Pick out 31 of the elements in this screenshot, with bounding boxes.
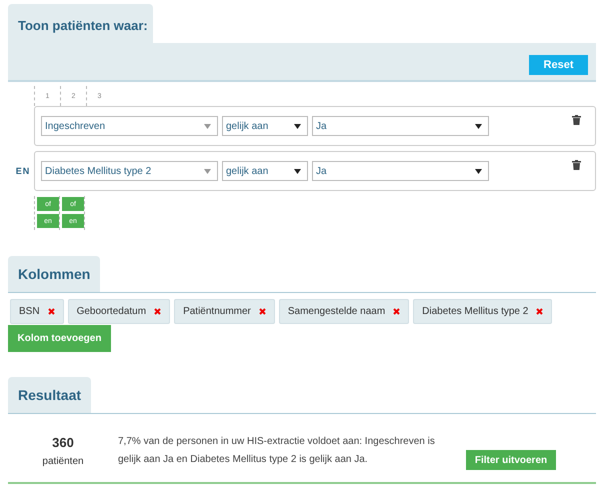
column-name: Samengestelde naam (288, 306, 386, 317)
column-name: Diabetes Mellitus type 2 (422, 306, 528, 317)
operator-dropdown[interactable]: gelijk aan (222, 116, 308, 136)
column-name: Patiëntnummer (183, 306, 251, 317)
result-summary: 7,7% van de personen in uw HIS-extractie voldoet aan: Ingeschreven is gelijk aan Ja en Diabetes Mellitus type 2 is gelijk aan Ja. (118, 435, 436, 467)
remove-icon[interactable] (393, 308, 400, 315)
trash-icon[interactable] (572, 160, 581, 170)
caret-icon (294, 168, 301, 174)
column-name: BSN (19, 306, 40, 317)
operator-dropdown[interactable]: gelijk aan (222, 161, 308, 181)
remove-icon[interactable] (48, 308, 55, 315)
caret-icon (475, 124, 482, 128)
value-dropdown[interactable]: Ja (312, 116, 489, 136)
value-dropdown[interactable]: Ja (312, 161, 489, 181)
trash-icon[interactable] (572, 115, 581, 125)
run-filter-button[interactable]: Filter uitvoeren (466, 450, 556, 470)
field-dropdown[interactable]: Diabetes Mellitus type 2 (41, 161, 218, 181)
column-name: Geboortedatum (76, 306, 146, 317)
remove-icon[interactable] (154, 308, 162, 315)
caret-icon (204, 168, 211, 174)
count-label: patiënten (42, 456, 84, 467)
reset-button[interactable]: Reset (529, 54, 588, 74)
field-dropdown[interactable]: Ingeschreven (41, 116, 218, 136)
remove-icon[interactable] (536, 308, 544, 315)
patient-count: 360 (52, 435, 74, 450)
caret-icon (204, 124, 211, 128)
connector-label: EN (16, 166, 30, 176)
add-column-button[interactable]: Kolom toevoegen (8, 325, 111, 352)
caret-icon (475, 168, 482, 174)
remove-icon[interactable] (258, 308, 266, 315)
caret-icon (294, 124, 301, 128)
